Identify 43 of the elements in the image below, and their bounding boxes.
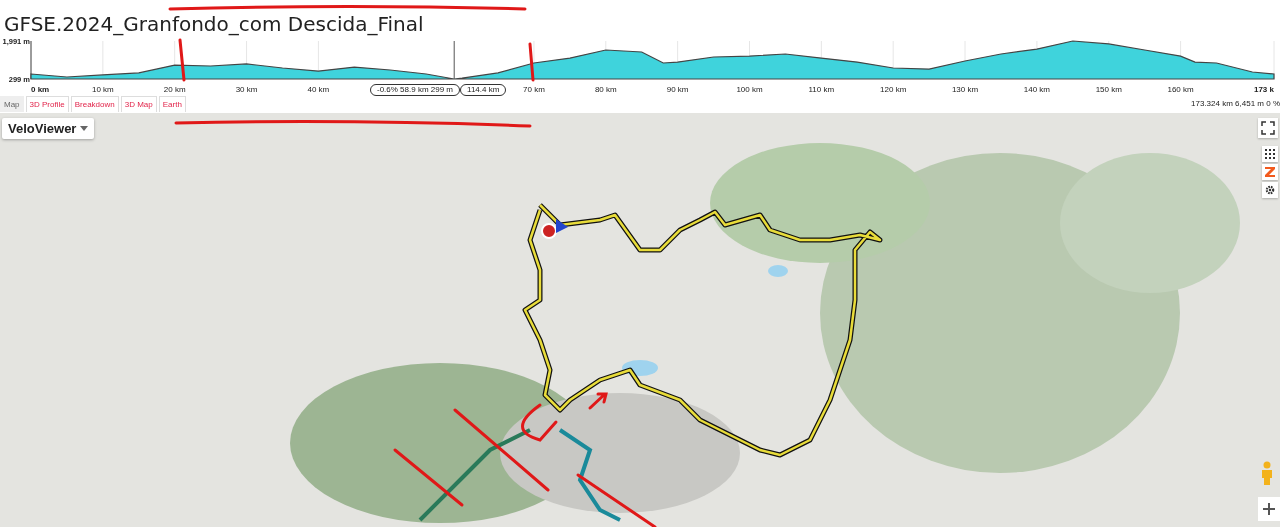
x-axis-label: 20 km bbox=[163, 85, 186, 94]
annotation-stroke bbox=[178, 38, 186, 82]
fullscreen-button[interactable] bbox=[1258, 118, 1278, 138]
map-layer-dropdown[interactable]: VeloViewer bbox=[2, 118, 95, 139]
cursor-readout: -0.6% 58.9 km 299 m bbox=[370, 84, 461, 96]
annotation-arrow bbox=[588, 392, 608, 410]
x-axis-label: 0 km bbox=[31, 85, 50, 94]
lake-shape bbox=[622, 360, 658, 376]
grid-button[interactable] bbox=[1262, 146, 1278, 162]
plus-icon bbox=[1263, 503, 1275, 515]
grid-icon bbox=[1265, 149, 1275, 159]
x-axis-label: 140 km bbox=[1023, 85, 1050, 94]
x-axis-label: 173 k bbox=[1253, 85, 1274, 94]
settings-icon bbox=[1265, 185, 1275, 195]
x-axis-label: 30 km bbox=[235, 85, 258, 94]
cursor-distance: 114.4 km bbox=[460, 84, 507, 96]
x-axis-label: 120 km bbox=[880, 85, 907, 94]
caret-icon bbox=[80, 126, 89, 131]
annotation-stroke bbox=[528, 42, 535, 82]
x-axis-label: 100 km bbox=[736, 85, 763, 94]
lake-shape bbox=[768, 265, 788, 277]
x-axis-label: 110 km bbox=[808, 85, 835, 94]
route-summary: 173.324 km 6,451 m 0 % bbox=[1191, 98, 1280, 108]
view-tab[interactable]: Breakdown bbox=[70, 96, 119, 112]
cursor-line bbox=[453, 40, 455, 80]
x-axis-label: 130 km bbox=[951, 85, 979, 94]
x-axis-label: 150 km bbox=[1095, 85, 1122, 94]
start-finish-marker-icon bbox=[541, 219, 568, 239]
zoom-in-button[interactable] bbox=[1258, 497, 1280, 521]
fullscreen-icon bbox=[1261, 121, 1275, 135]
x-axis-label: 10 km bbox=[91, 85, 114, 94]
x-axis-label: 160 km bbox=[1167, 85, 1194, 94]
view-tab[interactable]: 3D Profile bbox=[25, 96, 69, 112]
x-axis-label: 80 km bbox=[594, 85, 617, 94]
x-axis-label: 40 km bbox=[307, 85, 330, 94]
x-axis-label: 70 km bbox=[523, 85, 545, 94]
view-tab[interactable]: Map bbox=[0, 96, 24, 112]
view-tab[interactable]: Earth bbox=[158, 96, 186, 112]
x-axis-label: 90 km bbox=[666, 85, 689, 94]
view-tab[interactable]: 3D Map bbox=[120, 96, 157, 112]
annotation-stroke bbox=[393, 448, 464, 507]
route-title: GFSE.2024_Granfondo_com Descida_Final bbox=[4, 12, 424, 38]
settings-button[interactable] bbox=[1262, 182, 1278, 198]
